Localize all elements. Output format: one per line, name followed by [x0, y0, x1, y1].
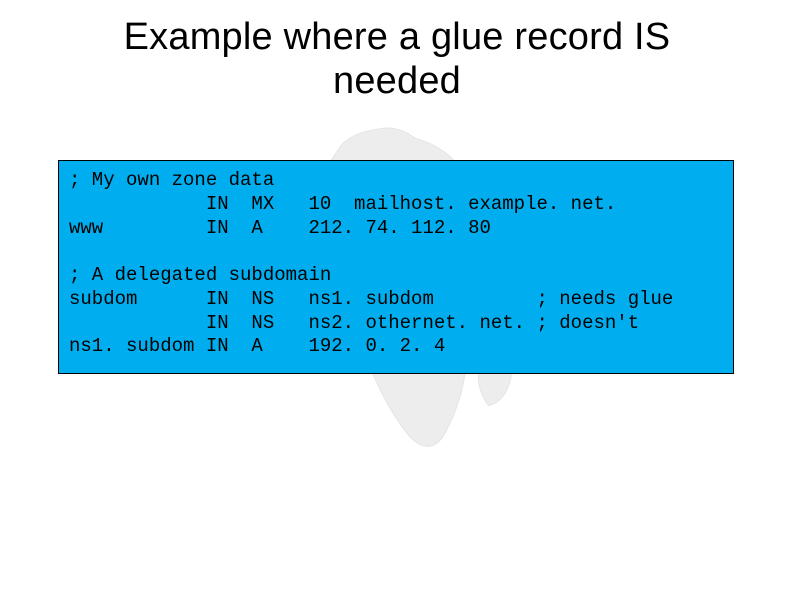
code-line: ; My own zone data [69, 169, 274, 191]
slide-title: Example where a glue record IS needed [0, 16, 794, 103]
code-line: www IN A 212. 74. 112. 80 [69, 217, 491, 239]
code-line: IN NS ns2. othernet. net. ; doesn't [69, 312, 639, 334]
title-line-1: Example where a glue record IS [124, 16, 671, 58]
code-line: ns1. subdom IN A 192. 0. 2. 4 [69, 335, 445, 357]
zone-file-code-block: ; My own zone data IN MX 10 mailhost. ex… [58, 160, 734, 374]
slide: Example where a glue record IS needed ; … [0, 0, 794, 595]
code-line: IN MX 10 mailhost. example. net. [69, 193, 616, 215]
title-line-2: needed [333, 60, 461, 102]
code-line: subdom IN NS ns1. subdom ; needs glue [69, 288, 673, 310]
code-line: ; A delegated subdomain [69, 264, 331, 286]
